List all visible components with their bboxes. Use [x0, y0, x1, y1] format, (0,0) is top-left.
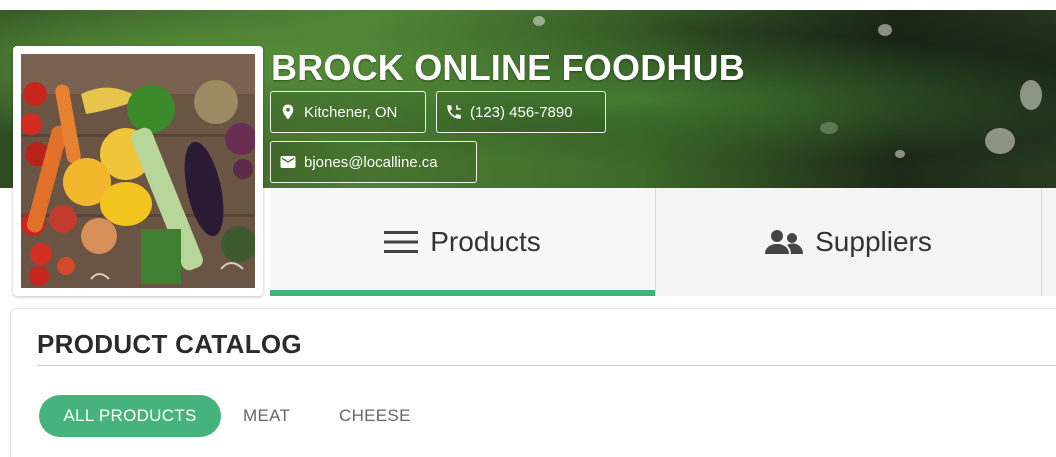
product-catalog: PRODUCT CATALOG ALL PRODUCTS MEAT CHEESE: [10, 308, 1056, 457]
tab-products-label: Products: [430, 226, 541, 257]
menu-icon: [384, 231, 419, 253]
email-text: bjones@localline.ca: [304, 153, 438, 171]
phone-chip[interactable]: (123) 456-7890: [436, 91, 606, 133]
tab-suppliers[interactable]: Suppliers: [656, 188, 1042, 296]
active-tab-indicator: [270, 290, 655, 296]
filter-all-products[interactable]: ALL PRODUCTS: [39, 395, 221, 437]
filter-cheese[interactable]: CHEESE: [339, 395, 411, 437]
location-pin-icon: [282, 104, 294, 120]
filter-meat[interactable]: MEAT: [243, 395, 290, 437]
people-icon: [765, 230, 804, 254]
catalog-title: PRODUCT CATALOG: [37, 329, 302, 359]
phone-text: (123) 456-7890: [470, 103, 573, 121]
tab-products[interactable]: Products: [270, 188, 656, 296]
location-chip[interactable]: Kitchener, ON: [270, 91, 426, 133]
location-text: Kitchener, ON: [304, 103, 398, 121]
tab-suppliers-label: Suppliers: [815, 226, 932, 257]
store-avatar: [13, 46, 263, 296]
phone-icon: [447, 105, 461, 119]
divider: [37, 365, 1056, 366]
store-name: BROCK ONLINE FOODHUB: [271, 47, 745, 88]
vegetables-image: [21, 54, 255, 288]
store-tabs: Products Suppliers: [270, 188, 1056, 296]
email-chip[interactable]: bjones@localline.ca: [270, 141, 477, 183]
store-page: BROCK ONLINE FOODHUB Kitchener, ON (123)…: [0, 0, 1056, 457]
mail-icon: [280, 156, 296, 168]
